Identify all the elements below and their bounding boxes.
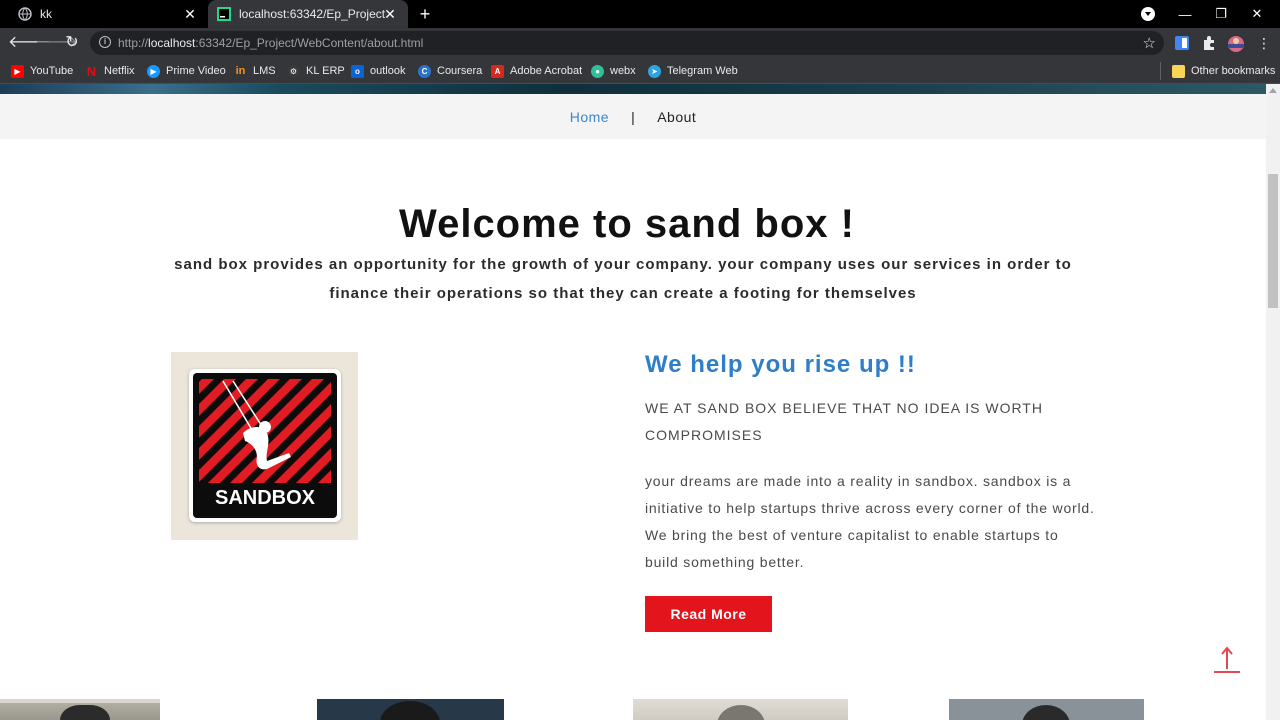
reload-icon[interactable]: ↻ bbox=[62, 33, 82, 53]
team-photo-4 bbox=[949, 699, 1144, 720]
profile-avatar-icon[interactable] bbox=[1227, 35, 1244, 52]
tab-title: localhost:63342/Ep_Project/WebContent/ab… bbox=[239, 7, 385, 21]
nav-home-link[interactable]: Home bbox=[570, 109, 609, 125]
other-bookmarks[interactable]: Other bookmarks bbox=[1172, 63, 1275, 79]
section-heading: We help you rise up !! bbox=[645, 351, 916, 378]
forward-arrow-icon[interactable]: 🡒 bbox=[35, 33, 78, 53]
youtube-icon: ▶ bbox=[11, 64, 24, 78]
acrobat-icon: A bbox=[491, 64, 504, 78]
scrollbar-thumb[interactable] bbox=[1268, 174, 1278, 308]
nav-about-link[interactable]: About bbox=[657, 109, 696, 125]
new-tab-button[interactable]: + bbox=[416, 5, 434, 23]
logo-card: SANDBOX bbox=[189, 369, 341, 522]
team-photo-2 bbox=[317, 699, 504, 720]
browser-toolbar: 🡐 🡒 ↻ i http://localhost:63342/Ep_Projec… bbox=[0, 28, 1280, 58]
extensions-puzzle-icon[interactable] bbox=[1201, 35, 1217, 51]
bookmark-star-icon[interactable]: ☆ bbox=[1143, 34, 1156, 52]
bookmark-kl-erp[interactable]: ⚙ KL ERP bbox=[287, 63, 345, 79]
telegram-icon: ➤ bbox=[648, 64, 661, 78]
tab-about[interactable]: localhost:63342/Ep_Project/WebContent/ab… bbox=[208, 0, 408, 28]
webex-icon: ● bbox=[591, 64, 604, 78]
url-text[interactable]: http://localhost:63342/Ep_Project/WebCon… bbox=[118, 36, 423, 50]
sandbox-logo: SANDBOX bbox=[171, 352, 358, 540]
logo-inner: SANDBOX bbox=[193, 373, 337, 518]
bookmark-adobe-acrobat[interactable]: A Adobe Acrobat bbox=[491, 63, 582, 79]
back-arrow-icon[interactable]: 🡐 bbox=[8, 33, 51, 53]
page-title: Welcome to sand box ! bbox=[399, 202, 855, 246]
team-photo-3 bbox=[633, 699, 848, 720]
intellij-icon bbox=[217, 7, 231, 21]
bookmark-netflix[interactable]: N Netflix bbox=[85, 63, 135, 79]
bookmark-outlook[interactable]: o outlook bbox=[351, 63, 405, 79]
bookmarks-divider bbox=[1160, 62, 1161, 80]
browser-tab-bar: kk ✕ localhost:63342/Ep_Project/WebConte… bbox=[0, 0, 1280, 28]
kl-erp-icon: ⚙ bbox=[287, 64, 300, 78]
menu-kebab-icon[interactable]: ⋮ bbox=[1254, 33, 1274, 53]
extension-translate-icon[interactable] bbox=[1174, 35, 1190, 51]
bookmark-prime-video[interactable]: ▶ Prime Video bbox=[147, 63, 226, 79]
page-viewport: Home | About Welcome to sand box ! sand … bbox=[0, 84, 1266, 720]
coursera-icon: C bbox=[418, 64, 431, 78]
belief-statement: WE AT SAND BOX BELIEVE THAT NO IDEA IS W… bbox=[645, 400, 1043, 443]
back-to-top-arrow-icon[interactable] bbox=[1213, 645, 1241, 675]
scroll-up-arrow-icon[interactable] bbox=[1269, 88, 1277, 93]
bookmark-coursera[interactable]: C Coursera bbox=[418, 63, 482, 79]
about-description: your dreams are made into a reality in s… bbox=[645, 473, 1095, 570]
bookmark-youtube[interactable]: ▶ YouTube bbox=[11, 63, 73, 79]
info-icon[interactable]: i bbox=[99, 36, 111, 48]
site-nav: Home | About bbox=[0, 94, 1266, 139]
bookmark-telegram[interactable]: ➤ Telegram Web bbox=[648, 63, 738, 79]
prime-video-icon: ▶ bbox=[147, 64, 160, 78]
team-photo-1 bbox=[0, 699, 160, 720]
intro-text: sand box provides an opportunity for the… bbox=[174, 256, 1072, 302]
bookmark-webx[interactable]: ● webx bbox=[591, 63, 636, 79]
close-tab-icon[interactable]: ✕ bbox=[182, 6, 198, 22]
nav-separator: | bbox=[631, 108, 636, 125]
page-scrollbar[interactable] bbox=[1266, 84, 1280, 720]
address-bar[interactable]: i http://localhost:63342/Ep_Project/WebC… bbox=[90, 31, 1164, 55]
netflix-icon: N bbox=[86, 63, 97, 79]
bookmark-lms[interactable]: in LMS bbox=[234, 63, 276, 79]
outlook-icon: o bbox=[351, 64, 364, 78]
tab-title: kk bbox=[40, 7, 52, 21]
tab-search-icon[interactable] bbox=[1141, 7, 1155, 21]
tab-kk[interactable]: kk ✕ bbox=[8, 0, 208, 28]
globe-icon bbox=[18, 7, 32, 21]
close-window-icon[interactable]: ✕ bbox=[1234, 0, 1280, 28]
read-more-button[interactable]: Read More bbox=[645, 596, 772, 632]
lms-icon: in bbox=[235, 65, 246, 77]
hero-image-strip bbox=[0, 84, 1266, 94]
close-tab-icon[interactable]: ✕ bbox=[382, 6, 398, 22]
bookmarks-bar: ▶ YouTube N Netflix ▶ Prime Video in LMS… bbox=[0, 58, 1280, 84]
folder-icon bbox=[1172, 64, 1185, 78]
logo-wordmark: SANDBOX bbox=[214, 487, 315, 509]
